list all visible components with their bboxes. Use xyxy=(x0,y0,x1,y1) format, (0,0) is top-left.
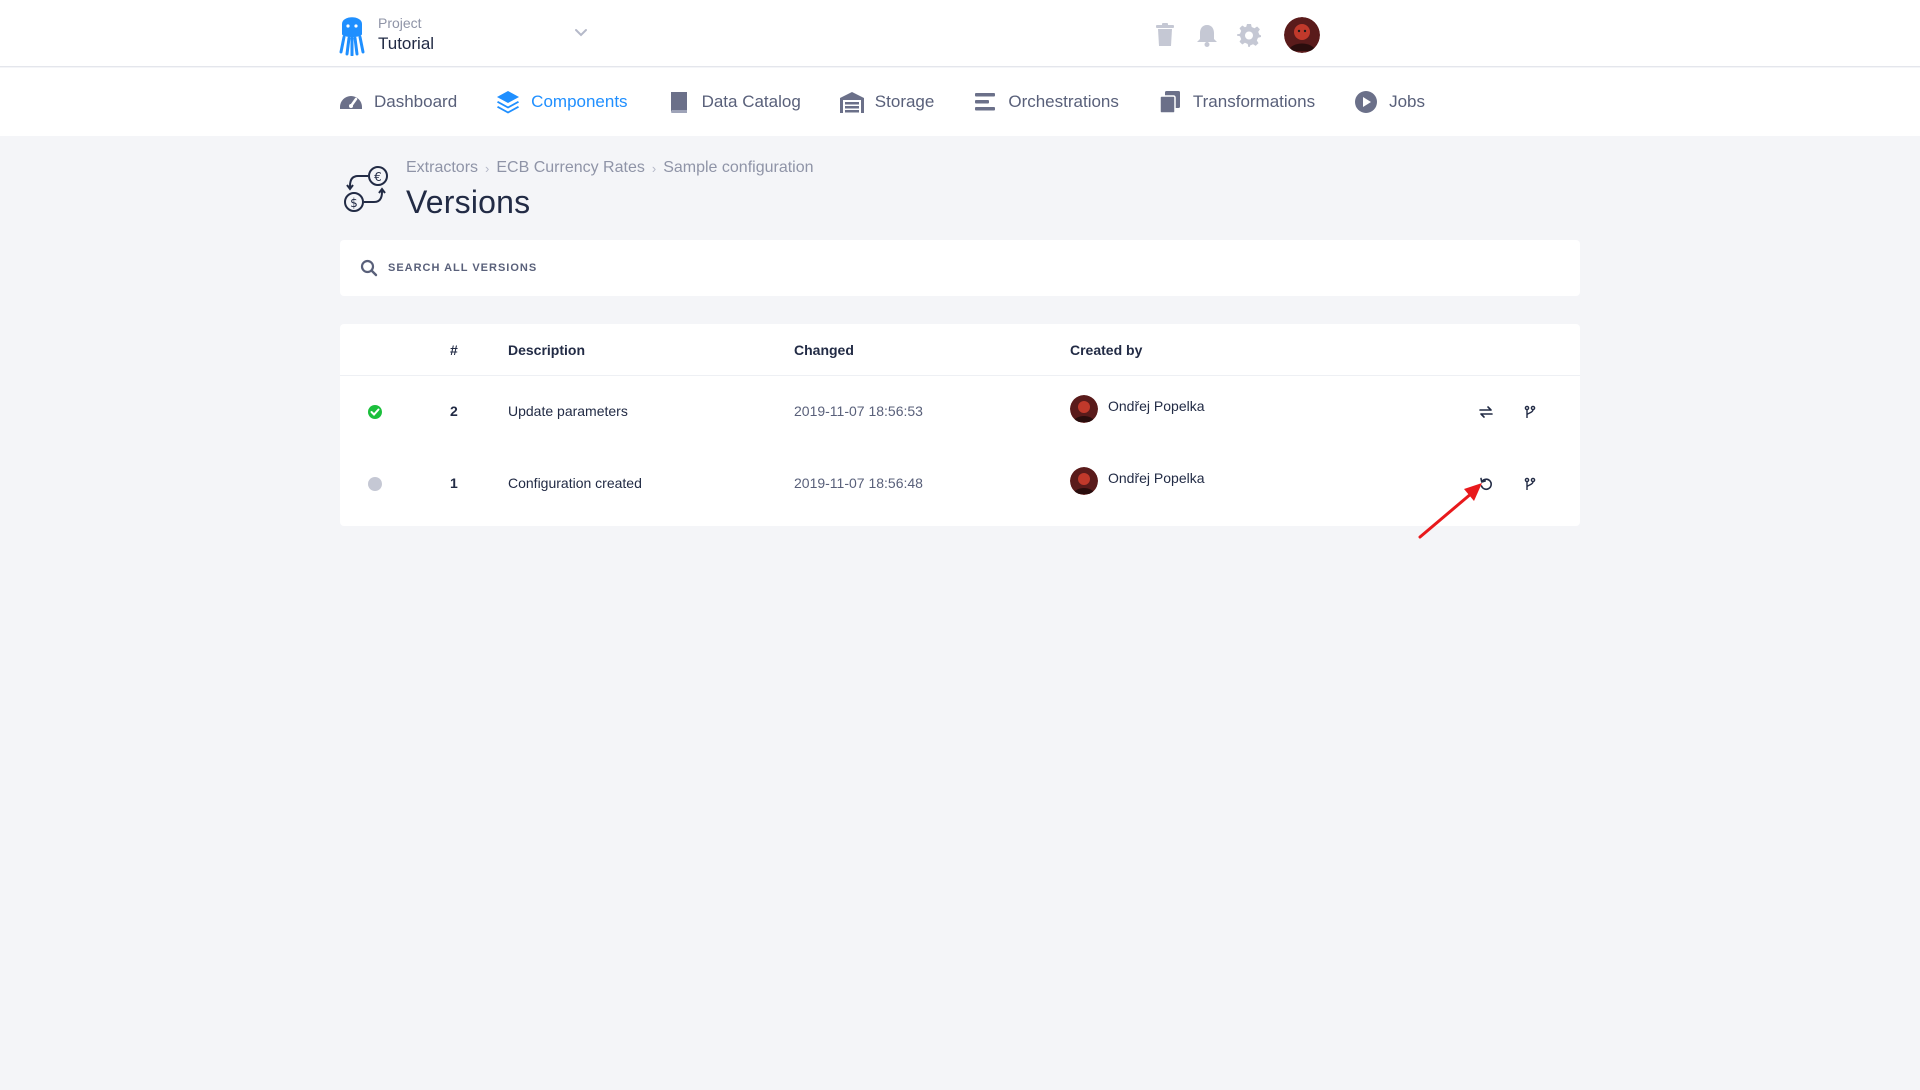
version-description: Configuration created xyxy=(508,475,642,491)
version-creator: Ondřej Popelka xyxy=(1070,395,1205,423)
bars-icon xyxy=(975,93,996,111)
versions-table: # Description Changed Created by 2 Updat… xyxy=(340,324,1580,526)
search-bar xyxy=(340,240,1580,296)
gear-icon[interactable] xyxy=(1236,22,1262,48)
book-icon xyxy=(670,92,687,113)
compare-icon[interactable] xyxy=(1476,402,1496,422)
page-title: Versions xyxy=(406,184,531,220)
nav-item-jobs[interactable]: Jobs xyxy=(1353,89,1425,115)
top-bar: Project Tutorial xyxy=(0,0,1920,67)
nav-label-components: Components xyxy=(531,92,628,111)
svg-text:$: $ xyxy=(350,196,358,210)
search-icon xyxy=(360,259,378,277)
bell-icon[interactable] xyxy=(1194,22,1220,48)
chevron-right-icon: › xyxy=(651,160,657,176)
project-name: Tutorial xyxy=(378,34,435,53)
nav-label-transformations: Transformations xyxy=(1192,92,1316,111)
breadcrumb-sample-configuration[interactable]: Sample configuration xyxy=(663,159,813,177)
nav-label-jobs: Jobs xyxy=(1389,92,1425,111)
play-circle-icon xyxy=(1355,91,1378,113)
annotation-arrow-icon xyxy=(1418,483,1482,539)
version-changed: 2019-11-07 18:56:53 xyxy=(794,403,923,419)
keboola-logo-icon xyxy=(339,17,365,56)
user-avatar[interactable] xyxy=(1284,17,1320,53)
gauge-icon xyxy=(340,96,362,109)
main-navigation: Dashboard Components Data Catalog Storag… xyxy=(0,68,1920,136)
nav-label-dashboard: Dashboard xyxy=(374,92,458,111)
table-header: # Description Changed Created by xyxy=(340,324,1580,376)
avatar xyxy=(1070,467,1098,495)
trash-icon[interactable] xyxy=(1152,22,1178,48)
active-status-icon xyxy=(368,405,382,419)
column-header-number: # xyxy=(450,342,458,358)
chevron-right-icon: › xyxy=(485,160,490,176)
table-row: 2 Update parameters 2019-11-07 18:56:53 … xyxy=(340,376,1580,448)
layers-icon xyxy=(497,91,520,114)
nav-label-orchestrations: Orchestrations xyxy=(1008,92,1119,111)
breadcrumb-extractors[interactable]: Extractors xyxy=(406,159,478,177)
column-header-created-by: Created by xyxy=(1070,342,1143,358)
nav-item-dashboard[interactable]: Dashboard xyxy=(338,89,457,115)
page-header: € $ Extractors › ECB Currency Rates › Sa… xyxy=(340,158,814,221)
breadcrumb: Extractors › ECB Currency Rates › Sample… xyxy=(406,158,814,178)
creator-name: Ondřej Popelka xyxy=(1108,470,1205,486)
currency-exchange-icon: € $ xyxy=(344,166,388,212)
nav-label-storage: Storage xyxy=(874,92,935,111)
nav-item-transformations[interactable]: Transformations xyxy=(1157,89,1315,115)
branch-icon[interactable] xyxy=(1520,474,1540,494)
branch-icon[interactable] xyxy=(1520,402,1540,422)
inactive-status-icon xyxy=(368,477,382,491)
table-row: 1 Configuration created 2019-11-07 18:56… xyxy=(340,448,1580,520)
chevron-down-icon[interactable] xyxy=(572,24,590,42)
version-creator: Ondřej Popelka xyxy=(1070,467,1205,495)
avatar xyxy=(1070,395,1098,423)
column-header-description: Description xyxy=(508,342,586,358)
project-switcher[interactable]: Project Tutorial xyxy=(338,12,434,56)
version-changed: 2019-11-07 18:56:48 xyxy=(794,475,923,491)
version-number: 2 xyxy=(450,403,458,419)
project-label: Project xyxy=(378,15,422,31)
nav-item-storage[interactable]: Storage xyxy=(839,89,935,115)
creator-name: Ondřej Popelka xyxy=(1108,398,1205,414)
nav-item-orchestrations[interactable]: Orchestrations xyxy=(972,89,1119,115)
version-number: 1 xyxy=(450,475,458,491)
search-input[interactable] xyxy=(388,262,1568,274)
nav-label-data-catalog: Data Catalog xyxy=(701,92,801,111)
copy-icon xyxy=(1159,91,1180,114)
version-description: Update parameters xyxy=(508,403,628,419)
nav-item-components[interactable]: Components xyxy=(495,89,628,115)
column-header-changed: Changed xyxy=(794,342,854,358)
breadcrumb-ecb-currency-rates[interactable]: ECB Currency Rates xyxy=(496,159,645,177)
svg-text:€: € xyxy=(374,170,382,184)
nav-item-data-catalog[interactable]: Data Catalog xyxy=(666,89,801,115)
warehouse-icon xyxy=(839,92,864,113)
